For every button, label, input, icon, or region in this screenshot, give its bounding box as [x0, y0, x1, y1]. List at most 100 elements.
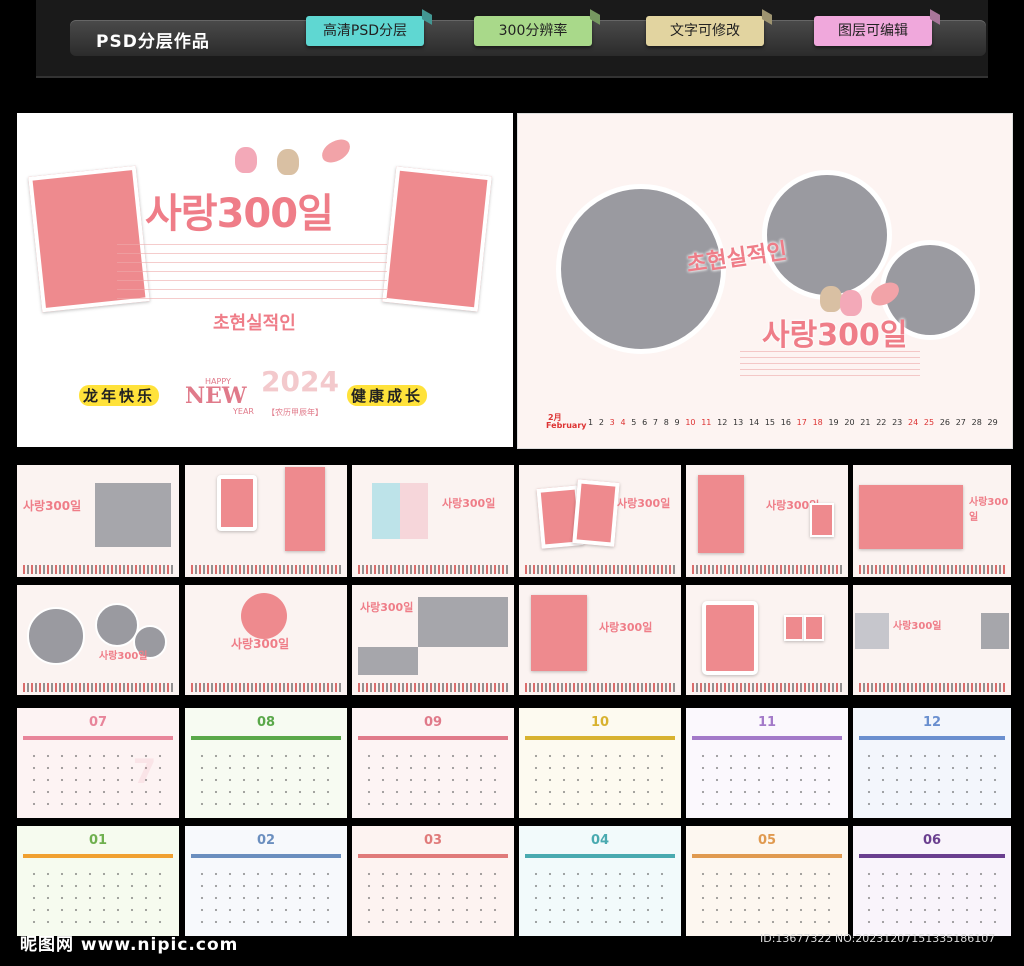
thumb-page [686, 585, 848, 695]
cover-sub-korean: 초현실적인 [213, 313, 296, 334]
day-number: 26 [939, 418, 950, 427]
day-number: 8 [663, 418, 669, 427]
day-number: 17 [796, 418, 807, 427]
day-number: 15 [764, 418, 776, 427]
tag-editable-layers: 图层可编辑 [814, 16, 932, 46]
day-number: 11 [701, 418, 712, 427]
day-number: 19 [828, 418, 839, 427]
cover-body-text [117, 239, 387, 299]
thumb-page: 사랑300일 [686, 465, 848, 577]
day-number: 23 [892, 418, 903, 427]
month-number: 12 [922, 714, 942, 730]
month-calendar: 10 [519, 708, 681, 818]
new-text: NEW [185, 383, 247, 409]
thumb-photo-circle [27, 607, 85, 665]
month-days [361, 749, 505, 805]
thumb-korean: 사랑300일 [23, 499, 82, 513]
thumb-photo [855, 613, 889, 649]
month-number: 09 [423, 714, 443, 730]
petal-icon [318, 136, 354, 166]
day-number: 12 [717, 418, 728, 427]
day-number: 24 [908, 418, 919, 427]
month-number: 07 [88, 714, 108, 730]
day-number: 18 [812, 418, 823, 427]
thumb-calendar-strip [692, 564, 844, 574]
thumb-calendar-strip [191, 564, 343, 574]
thumb-page: 사랑300일 [519, 465, 681, 577]
month-days [528, 867, 672, 923]
thumb-photo [572, 479, 620, 547]
month-number: 04 [590, 832, 610, 848]
month-calendar: 04 [519, 826, 681, 936]
day-number: 3 [609, 418, 615, 427]
month-calendar: 02 [185, 826, 347, 936]
day-number: 2 [598, 418, 604, 427]
thumb-korean: 사랑300일 [442, 497, 496, 510]
thumb-korean: 사랑300일 [99, 651, 148, 662]
month-calendar: 08 [185, 708, 347, 818]
month-calendar: 03 [352, 826, 514, 936]
month-band [859, 735, 1005, 740]
month-calendar: 07 7 [17, 708, 179, 818]
thumb-calendar-strip [692, 682, 844, 692]
day-number: 7 [652, 418, 658, 427]
thumb-photo [418, 597, 508, 647]
thumb-photo [981, 613, 1009, 649]
thumb-photo [859, 485, 963, 549]
month-days [862, 749, 1002, 805]
thumb-page: 사랑300일 [17, 465, 179, 577]
month-calendar: 06 [853, 826, 1011, 936]
thumb-photo [358, 647, 418, 675]
thumb-page: 사랑300일 [352, 585, 514, 695]
thumb-photo [95, 483, 171, 547]
feature-body-text [740, 348, 920, 376]
day-number: 16 [780, 418, 791, 427]
month-number: 06 [922, 832, 942, 848]
thumb-calendar-strip [859, 564, 1007, 574]
thumb-photo [285, 467, 325, 551]
feature-day-row: 1 2 3 4 5 6 7 8 9 10 11 12 13 14 15 16 17 18 19 20 21 22 23 24 2… [588, 418, 998, 430]
thumb-photo [217, 475, 257, 531]
day-number: 4 [620, 418, 626, 427]
thumb-korean: 사랑300일 [599, 621, 653, 634]
thumb-korean: 사랑300일 [231, 637, 290, 651]
tag-hd-psd: 高清PSD分层 [306, 16, 424, 46]
thumb-photo-collage [372, 483, 428, 539]
month-days [26, 867, 170, 923]
month-calendar: 09 [352, 708, 514, 818]
thumb-calendar-strip [525, 564, 677, 574]
thumb-korean: 사랑300일 [617, 497, 671, 510]
day-number: 13 [733, 418, 744, 427]
month-band [358, 735, 508, 740]
site-watermark: 昵图网 www.nipic.com [20, 935, 239, 955]
month-band [23, 735, 173, 740]
thumb-photo-circle [241, 593, 287, 639]
month-days [194, 749, 338, 805]
feature-month-name: February [546, 421, 587, 430]
thumb-photo [810, 503, 834, 537]
day-number: 27 [955, 418, 966, 427]
day-number: 10 [685, 418, 696, 427]
month-band [23, 853, 173, 858]
day-number: 21 [860, 418, 871, 427]
thumb-korean: 사랑300일 [893, 621, 942, 632]
thumb-page [185, 465, 347, 577]
thumb-calendar-strip [23, 682, 175, 692]
thumb-korean: 사랑300일 [969, 497, 1009, 523]
thumb-calendar-strip [23, 564, 175, 574]
bear-icon [820, 286, 842, 312]
thumb-photo [702, 601, 758, 675]
thumb-page: 사랑300일 [853, 585, 1011, 695]
bear-icon [235, 147, 257, 173]
cover-korean-title: 사랑300일 [145, 191, 334, 237]
slogan-left: 龙年快乐 [79, 385, 160, 406]
month-band [859, 853, 1005, 858]
month-number: 11 [757, 714, 777, 730]
month-number: 02 [256, 832, 276, 848]
thumb-page: 사랑300일 [352, 465, 514, 577]
month-days [695, 749, 839, 805]
cover-page: 사랑300일 초현실적인 龙年快乐 HAPPY NEW 2024 YEAR 【农… [17, 113, 513, 447]
thumb-photo [698, 475, 744, 553]
lunar-text: 【农历甲辰年】 [267, 408, 323, 417]
month-days [695, 867, 839, 923]
